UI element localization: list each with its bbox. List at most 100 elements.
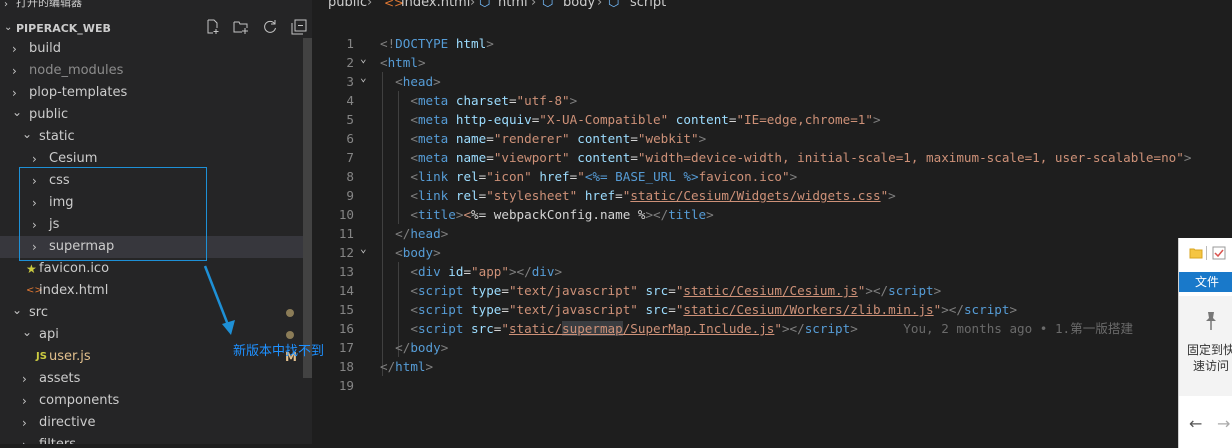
code-token: < (410, 131, 418, 146)
tree-item-assets[interactable]: › assets (0, 368, 303, 390)
code-token: < (410, 302, 418, 317)
code-token: href (539, 169, 570, 184)
code-token: > (933, 283, 942, 298)
code-token: < (395, 74, 403, 89)
breadcrumb-item-html[interactable]: html (498, 0, 528, 9)
back-arrow-icon[interactable]: ← (1189, 414, 1202, 433)
code-token: < (410, 207, 418, 222)
code-line[interactable]: 15 <script type="text/javascript" src="s… (312, 300, 1180, 319)
pin-label-line2: 速访问 (1193, 359, 1230, 373)
fold-chevron-icon[interactable]: ⌄ (360, 239, 367, 258)
code-line[interactable]: 4 <meta charset="utf-8"> (312, 91, 1180, 110)
code-token: < (410, 283, 418, 298)
open-editors-section[interactable]: › 打开的编辑器 (0, 0, 312, 14)
forward-arrow-icon[interactable]: → (1217, 414, 1230, 433)
code-line[interactable]: 11 </head> (312, 224, 1180, 243)
menu-file[interactable]: 文件 (1179, 272, 1232, 292)
tree-item-directive[interactable]: › directive (0, 412, 303, 434)
code-token: http-equiv (455, 112, 532, 127)
code-token: < (410, 264, 418, 279)
code-line[interactable]: 3 ⌄ <head> (312, 71, 1180, 91)
collapse-all-icon[interactable] (291, 19, 309, 37)
code-line[interactable]: 2 ⌄ <html> (312, 52, 1180, 72)
code-line[interactable]: 14 <script type="text/javascript" src="s… (312, 281, 1180, 300)
breadcrumb-item-index-html[interactable]: index.html (401, 0, 470, 9)
sidebar-scrollbar[interactable] (303, 38, 312, 378)
code-token: "viewport" (493, 150, 570, 165)
explorer-header[interactable]: ⌄ PIPERACK_WEB (0, 18, 312, 40)
refresh-icon[interactable] (262, 19, 280, 37)
tree-item-filters[interactable]: › filters (0, 434, 303, 444)
tree-item-plop-templates[interactable]: › plop-templates (0, 82, 303, 104)
code-line[interactable]: 5 <meta http-equiv="X-UA-Compatible" con… (312, 110, 1180, 129)
new-folder-icon[interactable] (233, 19, 251, 37)
code-token: ></ (781, 321, 805, 336)
code-token: body (410, 340, 441, 355)
code-text: <script type="text/javascript" src="stat… (380, 300, 1017, 319)
code-line[interactable]: 19 (312, 376, 1180, 395)
chevron-down-icon: ⌄ (22, 127, 33, 141)
code-line[interactable]: 7 <meta name="viewport" content="width=d… (312, 148, 1191, 167)
code-line[interactable]: 12 ⌄ <body> (312, 242, 1180, 262)
code-token: name (455, 131, 487, 146)
explorer-title: PIPERACK_WEB (16, 22, 111, 35)
code-token: </ (380, 359, 396, 374)
code-line[interactable]: 16 <script src="static/supermap/SuperMap… (312, 319, 1180, 338)
code-token: ></ (865, 283, 889, 298)
code-token: < (395, 245, 403, 260)
code-token: > (888, 188, 896, 203)
fold-chevron-icon[interactable]: ⌄ (360, 68, 367, 87)
tree-item-index-html[interactable]: <> index.html (0, 280, 303, 302)
tree-item-label: api (39, 327, 59, 342)
tree-item-node-modules[interactable]: › node_modules (0, 60, 303, 82)
code-line[interactable]: 1 <!DOCTYPE html> (312, 34, 1180, 53)
tree-item-src[interactable]: ⌄ src (0, 302, 303, 324)
code-token: = (501, 283, 509, 298)
tree-item-build[interactable]: › build (0, 38, 303, 60)
checkbox-icon[interactable] (1212, 246, 1226, 260)
code-token: html (395, 359, 426, 374)
code-line[interactable]: 10 <title><%= webpackConfig.name %></tit… (312, 205, 1180, 224)
code-token: meta (417, 93, 449, 108)
code-token: " (577, 169, 585, 184)
breadcrumb-item-body[interactable]: body (563, 0, 595, 9)
code-token: href (584, 188, 616, 203)
tree-item-label: assets (39, 371, 81, 386)
new-file-icon[interactable] (204, 19, 222, 37)
file-explorer-window: 文件 固定到快 速访问 ← → (1178, 238, 1232, 448)
tree-item-favicon-ico[interactable]: ★ favicon.ico (0, 258, 303, 280)
pin-to-quick-access-button[interactable]: 固定到快 速访问 (1179, 296, 1232, 396)
code-line[interactable]: 13 <div id="app"></div> (312, 262, 1180, 281)
code-line[interactable]: 17 </body> (312, 338, 1180, 357)
breadcrumb-item-public[interactable]: public (328, 0, 367, 9)
code-line[interactable]: 6 <meta name="renderer" content="webkit"… (312, 129, 1180, 148)
code-line[interactable]: 18 </html> (312, 357, 1180, 376)
chevron-right-icon: › (22, 372, 27, 386)
favicon-file-icon: ★ (26, 262, 37, 276)
code-token: div (417, 264, 441, 279)
code-line[interactable]: 8 <link rel="icon" href="<%= BASE_URL %>… (312, 167, 1180, 186)
code-text: <meta name="viewport" content="width=dev… (380, 148, 1191, 167)
folder-icon[interactable] (1189, 246, 1203, 260)
tree-item-static[interactable]: ⌄ static (0, 126, 303, 148)
code-token: head (410, 226, 441, 241)
code-token: meta (417, 112, 449, 127)
tree-item-public[interactable]: ⌄ public (0, 104, 303, 126)
tree-item-components[interactable]: › components (0, 390, 303, 412)
code-token: "text/javascript" (508, 302, 638, 317)
code-token: name (455, 150, 487, 165)
code-token: content (577, 131, 631, 146)
code-token: > (1183, 150, 1192, 165)
code-line[interactable]: 9 <link rel="stylesheet" href="static/Ce… (312, 186, 1180, 205)
breadcrumb-item-script[interactable]: script (630, 0, 666, 9)
code-token: < (410, 321, 418, 336)
code-editor[interactable]: 1 <!DOCTYPE html> 2 ⌄ <html> 3 ⌄ <head> 4 <meta… (312, 34, 1192, 444)
fold-chevron-icon[interactable]: ⌄ (360, 49, 367, 68)
code-token: src (645, 302, 669, 317)
